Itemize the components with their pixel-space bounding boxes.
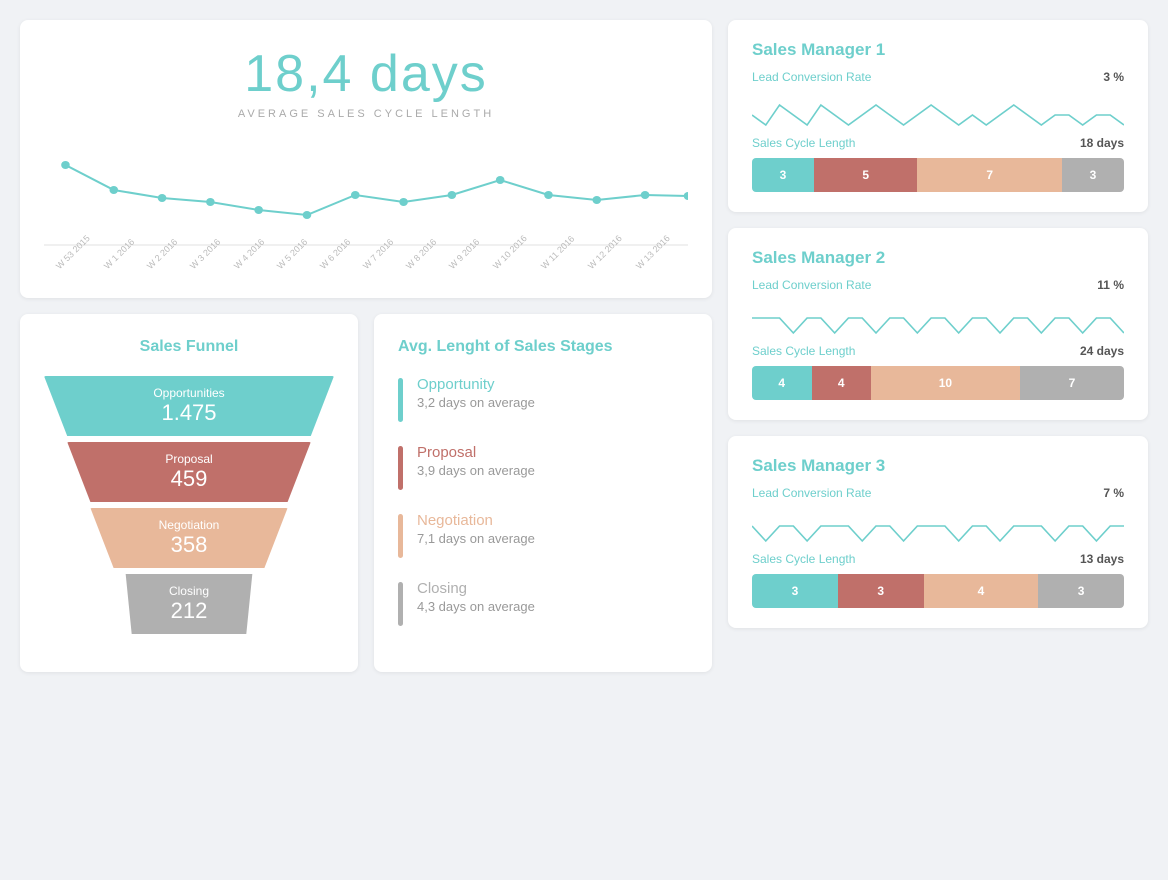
lead-conversion-value: 3 % <box>1103 70 1124 84</box>
sales-cycle-label: Sales Cycle Length <box>752 136 855 150</box>
avg-stage-item: Proposal 3,9 days on average <box>398 444 688 490</box>
funnel-stage: Closing212 <box>114 574 265 634</box>
sparkline <box>752 92 1124 128</box>
bar-segment: 3 <box>838 574 924 608</box>
avg-stages-list: Opportunity 3,2 days on average Proposal… <box>398 376 688 626</box>
lead-conversion-row: Lead Conversion Rate 11 % <box>752 278 1124 292</box>
sales-cycle-label: Sales Cycle Length <box>752 552 855 566</box>
stage-days: 3,2 days on average <box>417 395 535 410</box>
stage-bar: 44107 <box>752 366 1124 400</box>
manager-name: Sales Manager 2 <box>752 248 1124 268</box>
funnel-title: Sales Funnel <box>44 338 334 356</box>
sales-cycle-svg <box>44 140 688 250</box>
funnel-stage: Proposal459 <box>67 442 311 502</box>
bar-segment: 4 <box>752 366 812 400</box>
bar-segment: 5 <box>814 158 917 192</box>
stage-days: 4,3 days on average <box>417 599 535 614</box>
stage-label: Closing <box>169 584 209 598</box>
stage-info: Opportunity 3,2 days on average <box>417 376 535 410</box>
stage-info: Negotiation 7,1 days on average <box>417 512 535 546</box>
stage-bar: 3343 <box>752 574 1124 608</box>
stage-days: 7,1 days on average <box>417 531 535 546</box>
sales-cycle-value: 24 days <box>1080 344 1124 358</box>
sales-cycle-card: 18,4 days AVERAGE SALES CYCLE LENGTH <box>20 20 712 298</box>
sales-cycle-row: Sales Cycle Length 13 days <box>752 552 1124 566</box>
sales-cycle-row: Sales Cycle Length 24 days <box>752 344 1124 358</box>
sales-cycle-row: Sales Cycle Length 18 days <box>752 136 1124 150</box>
bar-segment: 7 <box>917 158 1062 192</box>
stage-color-bar <box>398 446 403 490</box>
lead-conversion-label: Lead Conversion Rate <box>752 278 871 292</box>
bar-segment: 4 <box>924 574 1038 608</box>
sales-cycle-label: Sales Cycle Length <box>752 344 855 358</box>
stage-info: Closing 4,3 days on average <box>417 580 535 614</box>
avg-stage-item: Negotiation 7,1 days on average <box>398 512 688 558</box>
avg-stage-item: Opportunity 3,2 days on average <box>398 376 688 422</box>
stage-value: 1.475 <box>161 400 216 426</box>
stage-bar: 3573 <box>752 158 1124 192</box>
bar-segment: 3 <box>752 158 814 192</box>
lead-conversion-row: Lead Conversion Rate 3 % <box>752 70 1124 84</box>
stage-color-bar <box>398 378 403 422</box>
stage-label: Negotiation <box>159 518 220 532</box>
sales-cycle-value: 13 days <box>1080 552 1124 566</box>
manager-card-3: Sales Manager 3 Lead Conversion Rate 7 %… <box>728 436 1148 628</box>
stage-color-bar <box>398 514 403 558</box>
sparkline <box>752 508 1124 544</box>
manager-name: Sales Manager 3 <box>752 456 1124 476</box>
stage-value: 459 <box>171 466 208 492</box>
bar-segment: 10 <box>871 366 1020 400</box>
right-column: Sales Manager 1 Lead Conversion Rate 3 %… <box>728 20 1148 672</box>
stage-name: Closing <box>417 580 535 597</box>
bar-segment: 7 <box>1020 366 1124 400</box>
funnel-stage: Opportunities1.475 <box>44 376 334 436</box>
manager-name: Sales Manager 1 <box>752 40 1124 60</box>
avg-sales-cycle-label: AVERAGE SALES CYCLE LENGTH <box>44 108 688 120</box>
manager-card-2: Sales Manager 2 Lead Conversion Rate 11 … <box>728 228 1148 420</box>
sales-cycle-chart <box>44 140 688 260</box>
dashboard: 18,4 days AVERAGE SALES CYCLE LENGTH <box>20 20 1148 672</box>
stage-days: 3,9 days on average <box>417 463 535 478</box>
stage-value: 358 <box>171 532 208 558</box>
avg-stage-item: Closing 4,3 days on average <box>398 580 688 626</box>
avg-sales-cycle-value: 18,4 days <box>44 44 688 104</box>
x-axis-labels: W 53 2015 W 1 2016 W 2 2016 W 3 2016 W 4… <box>44 264 688 274</box>
sales-funnel-card: Sales Funnel Opportunities1.475Proposal4… <box>20 314 358 672</box>
avg-stages-card: Avg. Lenght of Sales Stages Opportunity … <box>374 314 712 672</box>
funnel-stages: Opportunities1.475Proposal459Negotiation… <box>44 376 334 634</box>
stage-label: Opportunities <box>153 386 224 400</box>
stage-name: Opportunity <box>417 376 535 393</box>
sales-cycle-value: 18 days <box>1080 136 1124 150</box>
manager-card-1: Sales Manager 1 Lead Conversion Rate 3 %… <box>728 20 1148 212</box>
lead-conversion-row: Lead Conversion Rate 7 % <box>752 486 1124 500</box>
stage-name: Proposal <box>417 444 535 461</box>
lead-conversion-value: 7 % <box>1103 486 1124 500</box>
sparkline <box>752 300 1124 336</box>
stage-value: 212 <box>171 598 208 624</box>
stage-info: Proposal 3,9 days on average <box>417 444 535 478</box>
bar-segment: 4 <box>812 366 872 400</box>
stage-color-bar <box>398 582 403 626</box>
lead-conversion-label: Lead Conversion Rate <box>752 70 871 84</box>
bar-segment: 3 <box>1038 574 1124 608</box>
funnel-stage: Negotiation358 <box>90 508 287 568</box>
bar-segment: 3 <box>752 574 838 608</box>
avg-stages-title: Avg. Lenght of Sales Stages <box>398 338 688 356</box>
lead-conversion-value: 11 % <box>1097 278 1124 292</box>
bottom-left: Sales Funnel Opportunities1.475Proposal4… <box>20 314 712 672</box>
stage-label: Proposal <box>165 452 212 466</box>
bar-segment: 3 <box>1062 158 1124 192</box>
stage-name: Negotiation <box>417 512 535 529</box>
lead-conversion-label: Lead Conversion Rate <box>752 486 871 500</box>
